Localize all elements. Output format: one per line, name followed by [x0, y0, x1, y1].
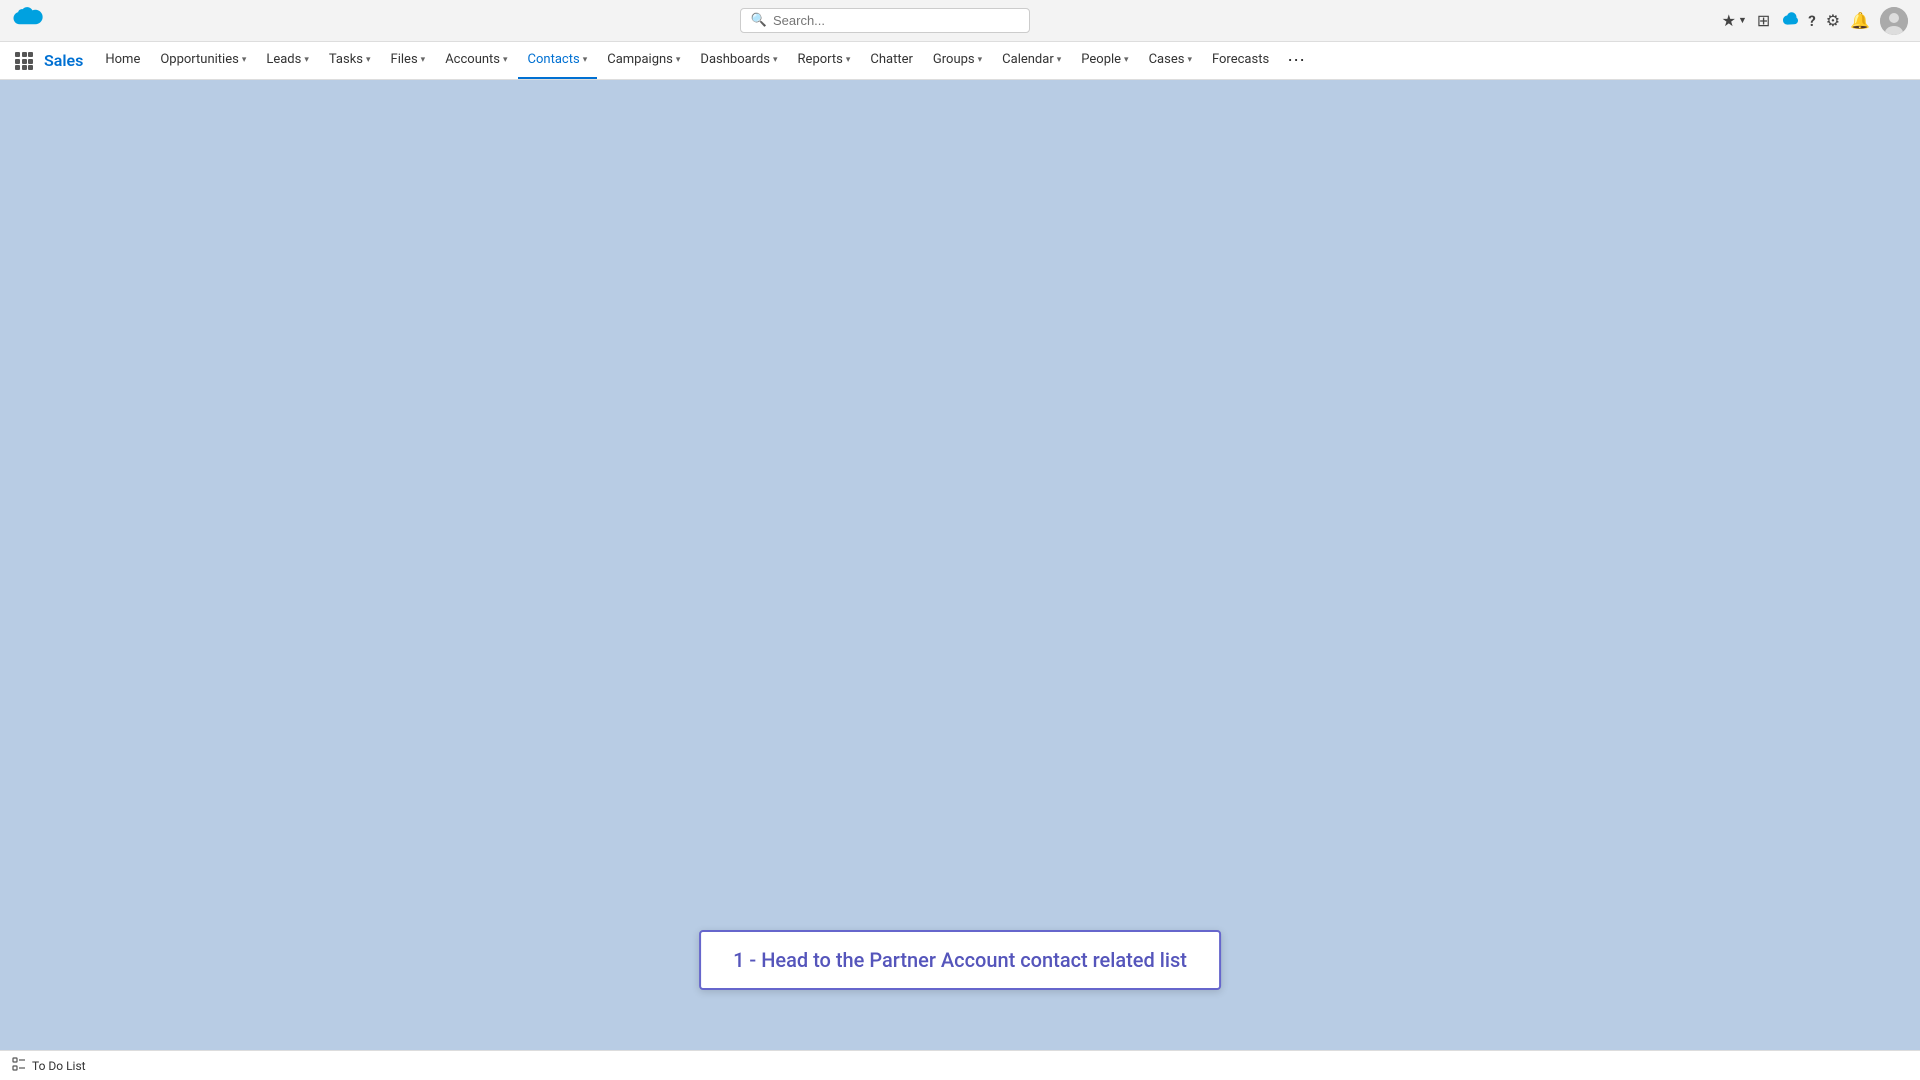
nav-label-dashboards: Dashboards — [700, 52, 770, 67]
nav-label-people: People — [1081, 52, 1121, 67]
chevron-down-icon: ▾ — [304, 55, 309, 65]
nav-label-leads: Leads — [266, 52, 301, 67]
nav-item-campaigns[interactable]: Campaigns ▾ — [597, 42, 690, 79]
nav-label-calendar: Calendar — [1002, 52, 1054, 67]
instruction-box: 1 - Head to the Partner Account contact … — [699, 930, 1221, 990]
nav-label-accounts: Accounts — [445, 52, 500, 67]
chevron-down-icon: ▾ — [1124, 55, 1129, 65]
nav-item-leads[interactable]: Leads ▾ — [256, 42, 319, 79]
nav-item-tasks[interactable]: Tasks ▾ — [319, 42, 381, 79]
nav-item-forecasts[interactable]: Forecasts — [1202, 42, 1279, 79]
instruction-text: 1 - Head to the Partner Account contact … — [733, 948, 1187, 972]
app-launcher-icon[interactable]: ⊞ — [1757, 11, 1770, 30]
setup-icon[interactable]: ⚙ — [1826, 11, 1840, 30]
nav-item-people[interactable]: People ▾ — [1071, 42, 1138, 79]
nav-item-groups[interactable]: Groups ▾ — [923, 42, 992, 79]
nav-item-chatter[interactable]: Chatter — [860, 42, 923, 79]
nav-label-chatter: Chatter — [870, 52, 913, 67]
chevron-down-icon: ▾ — [676, 55, 681, 65]
nav-label-opportunities: Opportunities — [160, 52, 238, 67]
nav-label-cases: Cases — [1149, 52, 1185, 67]
search-container: 🔍 — [56, 8, 1714, 33]
salesforce-logo[interactable] — [12, 3, 48, 39]
app-name: Sales — [44, 51, 83, 70]
nav-label-tasks: Tasks — [329, 52, 363, 67]
nav-label-campaigns: Campaigns — [607, 52, 673, 67]
chevron-down-icon: ▾ — [421, 55, 426, 65]
nav-item-files[interactable]: Files ▾ — [381, 42, 436, 79]
nav-label-forecasts: Forecasts — [1212, 52, 1269, 67]
main-content: 1 - Head to the Partner Account contact … — [0, 80, 1920, 1050]
cloud-icon[interactable] — [1780, 11, 1798, 31]
notifications-icon[interactable]: 🔔 — [1850, 11, 1870, 30]
nav-items: Home Opportunities ▾ Leads ▾ Tasks ▾ Fil… — [95, 42, 1279, 79]
top-bar-actions: ★▼ ⊞ ? ⚙ 🔔 — [1722, 7, 1908, 35]
nav-item-accounts[interactable]: Accounts ▾ — [435, 42, 517, 79]
nav-label-files: Files — [391, 52, 418, 67]
todo-label[interactable]: To Do List — [32, 1059, 86, 1073]
favorites-icon[interactable]: ★▼ — [1722, 11, 1747, 30]
chevron-down-icon: ▾ — [978, 55, 983, 65]
help-icon[interactable]: ? — [1808, 12, 1815, 30]
nav-item-opportunities[interactable]: Opportunities ▾ — [150, 42, 256, 79]
app-launcher-button[interactable] — [8, 45, 40, 77]
nav-bar: Sales Home Opportunities ▾ Leads ▾ Tasks… — [0, 42, 1920, 80]
chevron-down-icon: ▾ — [1057, 55, 1062, 65]
search-input[interactable] — [773, 13, 993, 28]
nav-item-contacts[interactable]: Contacts ▾ — [518, 42, 598, 79]
chevron-down-icon: ▾ — [503, 55, 508, 65]
nav-item-calendar[interactable]: Calendar ▾ — [992, 42, 1071, 79]
nav-label-groups: Groups — [933, 52, 975, 67]
top-bar: 🔍 ★▼ ⊞ ? ⚙ 🔔 — [0, 0, 1920, 42]
nav-label-home: Home — [105, 52, 140, 67]
bottom-bar: To Do List — [0, 1050, 1920, 1080]
avatar[interactable] — [1880, 7, 1908, 35]
nav-label-contacts: Contacts — [528, 52, 580, 67]
nav-item-reports[interactable]: Reports ▾ — [788, 42, 861, 79]
nav-label-reports: Reports — [798, 52, 843, 67]
chevron-down-icon: ▾ — [1187, 55, 1192, 65]
chevron-down-icon: ▾ — [366, 55, 371, 65]
chevron-down-icon: ▾ — [242, 55, 247, 65]
nav-item-home[interactable]: Home — [95, 42, 150, 79]
search-icon: 🔍 — [751, 13, 767, 28]
chevron-down-icon: ▾ — [773, 55, 778, 65]
nav-item-dashboards[interactable]: Dashboards ▾ — [690, 42, 787, 79]
chevron-down-icon: ▾ — [583, 55, 588, 65]
todo-icon — [12, 1057, 26, 1075]
nav-item-cases[interactable]: Cases ▾ — [1139, 42, 1202, 79]
search-box[interactable]: 🔍 — [740, 8, 1030, 33]
nav-more-button[interactable]: ⋯ — [1279, 42, 1313, 79]
chevron-down-icon: ▾ — [846, 55, 851, 65]
